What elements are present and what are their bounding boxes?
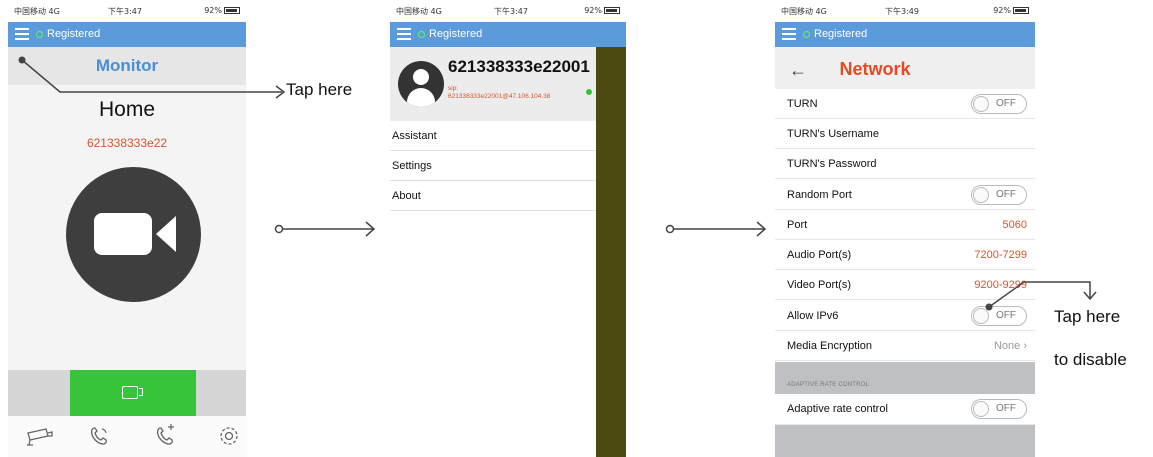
annotation-to-disable: to disable (1054, 350, 1127, 369)
step-arrow-2 (665, 221, 767, 237)
annotation-overlay (18, 56, 1097, 311)
annotation-tap-here-menu: Tap here (286, 80, 353, 99)
annotation-tap-here-toggle: Tap here (1054, 307, 1121, 326)
step-arrow-1 (274, 221, 376, 237)
callout-line-menu (18, 56, 286, 99)
